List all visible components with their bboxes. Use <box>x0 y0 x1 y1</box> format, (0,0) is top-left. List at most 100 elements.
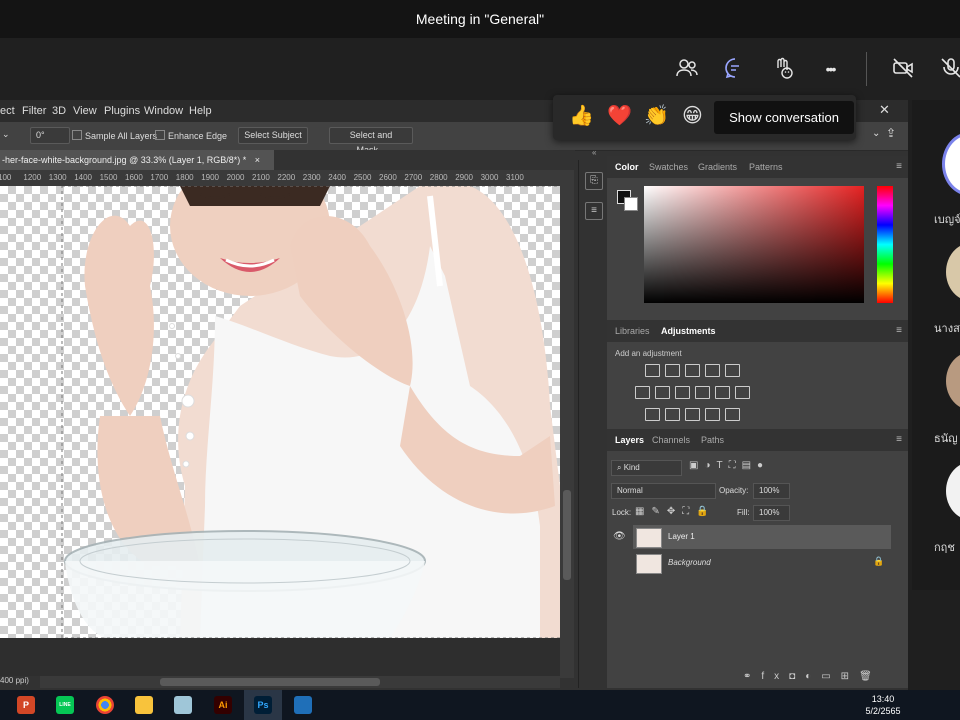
reactions-popup: 👍 ❤️ 👏 😁 Show conversation <box>553 95 856 140</box>
camera-off-icon[interactable] <box>890 56 916 82</box>
menu-window[interactable]: Window <box>144 105 183 117</box>
more-icon[interactable]: ••• <box>817 56 843 82</box>
tab-paths[interactable]: Paths <box>701 435 724 445</box>
people-icon[interactable] <box>674 56 700 82</box>
menu-plugins[interactable]: Plugins <box>104 105 140 117</box>
ruler-tick: 2600 <box>379 173 397 182</box>
color-picker-field[interactable] <box>644 186 864 303</box>
illustrator-icon[interactable]: Ai <box>214 696 232 714</box>
layer-row-layer-1[interactable]: 👁 Layer 1 <box>613 525 891 549</box>
black-white-icon[interactable] <box>675 386 690 399</box>
vibrance-icon[interactable] <box>725 364 740 377</box>
vertical-scrollbar[interactable] <box>560 170 574 678</box>
threshold-icon[interactable] <box>685 408 700 421</box>
laugh-reaction[interactable]: 😁 <box>682 103 703 128</box>
horizontal-scrollbar[interactable] <box>40 676 560 688</box>
applause-reaction[interactable]: 👏 <box>644 103 669 128</box>
lock-icons[interactable]: ▦✎✥⛶🔒 <box>635 506 716 517</box>
hue-slider[interactable] <box>877 186 893 303</box>
file-explorer-icon[interactable] <box>135 696 153 714</box>
layer-filter-select[interactable]: ⌕ Kind <box>611 460 682 476</box>
close-icon[interactable]: ✕ <box>879 102 890 118</box>
avatar[interactable] <box>946 352 960 410</box>
participant-name: เบญจ์ <box>934 214 960 226</box>
photos-icon[interactable] <box>294 696 312 714</box>
layer-row-background[interactable]: Background 🔒 <box>633 551 891 575</box>
tab-gradients[interactable]: Gradients <box>698 162 737 172</box>
tab-libraries[interactable]: Libraries <box>615 326 650 336</box>
status-bar: 400 ppi) <box>0 676 40 688</box>
tab-channels[interactable]: Channels <box>652 435 690 445</box>
curves-icon[interactable] <box>685 364 700 377</box>
tab-color[interactable]: Color <box>615 162 639 172</box>
color-balance-icon[interactable] <box>655 386 670 399</box>
menu-3d[interactable]: 3D <box>52 105 66 117</box>
history-icon[interactable]: ⎘ <box>585 172 603 190</box>
enhance-edge-checkbox[interactable]: Enhance Edge <box>155 130 227 141</box>
document-tab-bar: -her-face-white-background.jpg @ 33.3% (… <box>0 148 596 170</box>
tab-patterns[interactable]: Patterns <box>749 162 783 172</box>
hue-saturation-icon[interactable] <box>635 386 650 399</box>
blend-mode-select[interactable]: Normal <box>611 483 716 499</box>
layer-thumbnail <box>636 554 662 574</box>
mic-off-icon[interactable] <box>938 56 960 82</box>
opacity-input[interactable]: 100% <box>753 483 790 499</box>
chat-icon[interactable] <box>722 56 748 82</box>
background-color-swatch[interactable] <box>624 197 638 211</box>
exposure-icon[interactable] <box>705 364 720 377</box>
ruler-tick: 2500 <box>353 173 372 182</box>
menu-help[interactable]: Help <box>189 105 212 117</box>
tab-adjustments[interactable]: Adjustments <box>661 326 716 336</box>
panel-menu-icon[interactable]: ≡ <box>896 161 902 172</box>
line-icon[interactable]: LINE <box>56 696 74 714</box>
like-reaction[interactable]: 👍 <box>569 103 594 128</box>
layer-filter-icons[interactable]: ▣◑T⛶▤● <box>689 460 769 471</box>
tab-swatches[interactable]: Swatches <box>649 162 688 172</box>
panel-tool-strip: ⎘ ≡ <box>578 160 607 688</box>
invert-icon[interactable] <box>645 408 660 421</box>
ruler-tick: 1500 <box>99 173 118 182</box>
ruler-tick: 3100 <box>506 173 524 182</box>
panel-menu-icon[interactable]: ≡ <box>896 325 902 336</box>
powerpoint-icon[interactable]: P <box>17 696 35 714</box>
raise-hand-icon[interactable] <box>770 56 796 82</box>
chevron-down-icon[interactable]: ⌄ <box>872 128 880 139</box>
angle-input[interactable]: 0° <box>30 127 70 144</box>
photoshop-icon[interactable]: Ps <box>254 696 272 714</box>
collapse-icon[interactable]: « <box>592 148 596 157</box>
levels-icon[interactable] <box>665 364 680 377</box>
selective-color-icon[interactable] <box>705 408 720 421</box>
select-subject-button[interactable]: Select Subject <box>238 127 308 144</box>
tab-layers[interactable]: Layers <box>615 435 644 445</box>
color-lookup-icon[interactable] <box>735 386 750 399</box>
chevron-down-icon[interactable]: ⌄ <box>2 129 10 140</box>
menu-view[interactable]: View <box>73 105 97 117</box>
adjustments-hint: Add an adjustment <box>615 349 682 358</box>
heart-reaction[interactable]: ❤️ <box>607 103 632 128</box>
avatar[interactable] <box>946 243 960 301</box>
channel-mixer-icon[interactable] <box>715 386 730 399</box>
chrome-icon[interactable] <box>96 696 114 714</box>
fill-input[interactable]: 100% <box>753 505 790 521</box>
tab-close-icon[interactable]: × <box>255 155 260 165</box>
select-and-mask-button[interactable]: Select and Mask... <box>329 127 413 155</box>
layers-footer-icons[interactable]: ⚭fx◘◐▭⊞🗑 <box>743 671 882 682</box>
system-clock[interactable]: 13:40 5/2/2565 <box>858 693 908 717</box>
menu-filter[interactable]: Filter <box>22 105 46 117</box>
share-icon[interactable]: ⇪ <box>886 126 896 140</box>
photo-filter-icon[interactable] <box>695 386 710 399</box>
color-panel-tabs: Color Swatches Gradients Patterns ≡ <box>607 156 908 178</box>
panel-menu-icon[interactable]: ≡ <box>896 434 902 445</box>
avatar[interactable] <box>946 462 960 520</box>
posterize-icon[interactable] <box>665 408 680 421</box>
gradient-map-icon[interactable] <box>725 408 740 421</box>
document-tab[interactable]: -her-face-white-background.jpg @ 33.3% (… <box>0 150 274 170</box>
avatar[interactable] <box>942 132 960 196</box>
brightness-icon[interactable] <box>645 364 660 377</box>
canvas[interactable] <box>0 186 560 638</box>
eye-icon[interactable]: 👁 <box>613 531 626 542</box>
sample-all-layers-checkbox[interactable]: Sample All Layers <box>72 130 157 141</box>
properties-icon[interactable]: ≡ <box>585 202 603 220</box>
menu-select[interactable]: ect <box>0 105 15 117</box>
app-icon[interactable] <box>174 696 192 714</box>
